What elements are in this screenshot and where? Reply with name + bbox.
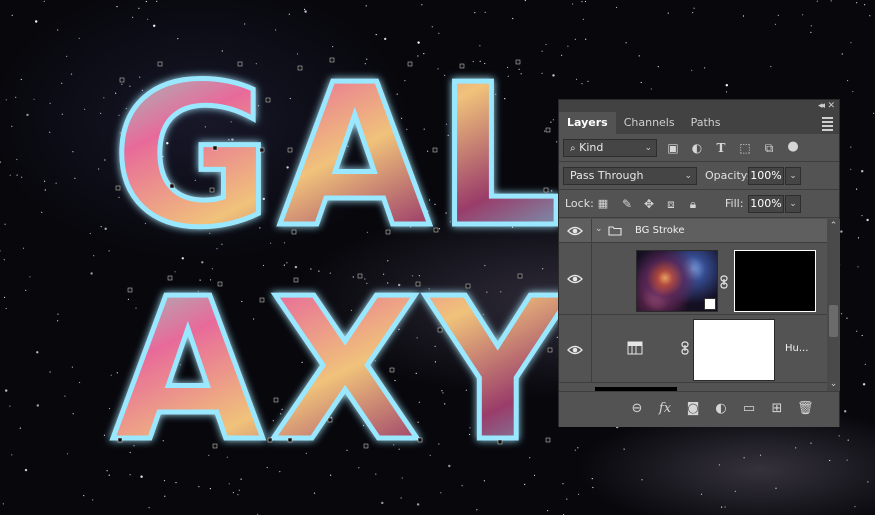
layers-panel: ◂◂ ✕ Layers Channels Paths ⌕ Kind ⌄ ▣ ◐ … (558, 99, 840, 427)
blend-row: Pass Through ⌄ Opacity: 100% ⌄ (559, 162, 839, 190)
filter-kind-label: Kind (579, 141, 604, 154)
opacity-input[interactable]: 100% (748, 167, 784, 185)
layer-row-adjustment[interactable]: Hu... (559, 315, 827, 383)
smart-object-filter-icon[interactable]: ⧉ (761, 139, 777, 157)
layers-scrollbar[interactable]: ⌃ ⌄ (827, 219, 840, 391)
blend-mode-dropdown[interactable]: Pass Through ⌄ (563, 167, 697, 185)
panel-title-bar[interactable]: ◂◂ ✕ (559, 100, 839, 112)
shape-filter-icon[interactable]: ⬚ (737, 139, 753, 157)
scroll-up-icon[interactable]: ⌃ (827, 221, 840, 231)
scroll-down-icon[interactable]: ⌄ (827, 379, 840, 389)
collapse-icon[interactable]: ◂◂ (818, 100, 825, 112)
lock-transparency-icon[interactable]: ▦ (595, 195, 611, 213)
layer-mask-thumbnail[interactable] (734, 250, 816, 312)
blend-mode-label: Pass Through (570, 169, 644, 182)
layer-name-adjustment[interactable]: Hu... (785, 343, 808, 354)
fill-chevron-icon[interactable]: ⌄ (785, 195, 801, 213)
lock-row: Lock: ▦ ✎ ✥ ⧈ 🔒︎ Fill: 100% ⌄ (559, 190, 839, 218)
layers-bottom-toolbar: ⊖ fx ◙ ◐ ▭ ⊞ 🗑︎ (559, 391, 839, 427)
opacity-chevron-icon[interactable]: ⌄ (785, 167, 801, 185)
layer-row-smart-object[interactable] (559, 243, 827, 315)
adjustment-mask-thumbnail[interactable] (693, 319, 775, 381)
hue-saturation-icon[interactable] (627, 341, 643, 355)
layer-row-group[interactable]: ⌄ BG Stroke (559, 219, 827, 243)
smart-object-thumbnail[interactable] (636, 250, 718, 312)
fill-label: Fill: (725, 197, 744, 210)
link-layers-icon[interactable]: ⊖ (629, 401, 645, 417)
new-layer-icon[interactable]: ⊞ (769, 401, 785, 417)
adjustment-filter-icon[interactable]: ◐ (689, 139, 705, 157)
artwork-line-2: AXY (112, 257, 575, 485)
tab-channels[interactable]: Channels (616, 112, 683, 134)
panel-tabs: Layers Channels Paths (559, 112, 839, 134)
filter-row: ⌕ Kind ⌄ ▣ ◐ T ⬚ ⧉ ● (559, 134, 839, 162)
panel-menu-icon[interactable] (822, 117, 833, 133)
tab-layers[interactable]: Layers (559, 112, 616, 134)
layer-row-partial[interactable] (559, 383, 827, 391)
lock-all-icon[interactable]: 🔒︎ (685, 195, 701, 213)
layers-list: ⌄ BG Stroke Hu... (559, 219, 827, 391)
lock-move-icon[interactable]: ✥ (641, 195, 657, 213)
visibility-eye-icon[interactable] (567, 225, 583, 237)
chevron-down-icon: ⌄ (644, 143, 652, 153)
opacity-label: Opacity: (705, 169, 751, 182)
search-icon: ⌕ (570, 143, 576, 154)
expand-chevron-icon[interactable]: ⌄ (595, 224, 603, 234)
pixel-filter-icon[interactable]: ▣ (665, 139, 681, 157)
artwork-line-1: GAL (112, 43, 567, 271)
scroll-thumb[interactable] (829, 305, 838, 337)
folder-icon (608, 226, 622, 236)
fill-input[interactable]: 100% (748, 195, 784, 213)
filter-kind-dropdown[interactable]: ⌕ Kind ⌄ (563, 139, 657, 157)
new-group-icon[interactable]: ▭ (741, 401, 757, 417)
add-mask-icon[interactable]: ◙ (685, 401, 701, 417)
fx-icon[interactable]: fx (657, 401, 673, 417)
close-icon[interactable]: ✕ (827, 100, 835, 112)
mask-link-icon[interactable] (719, 275, 729, 289)
smart-object-badge-icon (704, 298, 716, 310)
lock-artboard-icon[interactable]: ⧈ (663, 195, 679, 213)
filter-toggle-icon[interactable]: ● (785, 138, 801, 156)
chevron-down-icon: ⌄ (684, 171, 692, 181)
tab-paths[interactable]: Paths (683, 112, 729, 134)
trash-icon[interactable]: 🗑︎ (797, 401, 814, 417)
layer-name-group[interactable]: BG Stroke (635, 225, 684, 236)
adjustment-layer-icon[interactable]: ◐ (713, 401, 729, 417)
lock-label: Lock: (565, 197, 594, 210)
visibility-eye-icon[interactable] (567, 344, 583, 356)
lock-brush-icon[interactable]: ✎ (619, 195, 635, 213)
mask-link-icon[interactable] (680, 341, 690, 355)
type-filter-icon[interactable]: T (713, 139, 729, 157)
visibility-eye-icon[interactable] (567, 273, 583, 285)
